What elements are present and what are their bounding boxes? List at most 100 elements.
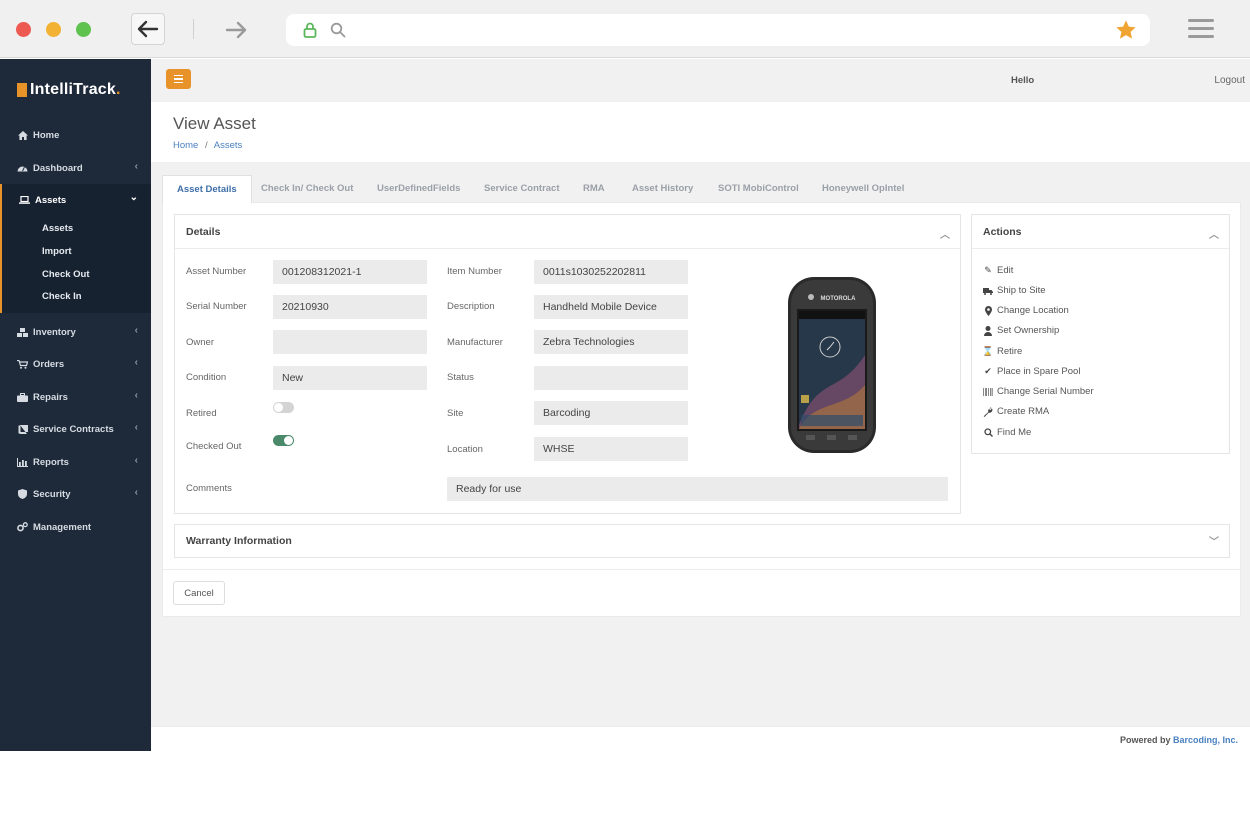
device-brand-text: MOTOROLA <box>821 296 857 302</box>
serial-number-field: 20210930 <box>273 295 427 319</box>
sidebar-subitem-check-out[interactable]: Check Out <box>42 269 90 280</box>
warranty-title: Warranty Information <box>186 535 292 547</box>
logout-link[interactable]: Logout <box>1214 75 1245 86</box>
breadcrumb-home-link[interactable]: Home <box>173 140 198 151</box>
powered-by-text: Powered by Barcoding, Inc. <box>1119 735 1238 745</box>
sidebar-subitem-import[interactable]: Import <box>42 246 72 257</box>
sidebar-item-reports[interactable]: Reports ‹ <box>0 450 151 474</box>
minimize-window-button[interactable] <box>46 22 61 37</box>
actions-card: Actions ︿ ✎ Edit Ship to Site Change Loca… <box>971 214 1230 454</box>
sidebar-item-inventory[interactable]: Inventory ‹ <box>0 320 151 344</box>
comments-field: Ready for use <box>447 477 948 501</box>
status-label: Status <box>447 372 474 383</box>
sidebar-item-repairs[interactable]: Repairs ‹ <box>0 385 151 409</box>
action-retire[interactable]: ⌛ Retire <box>982 346 1022 357</box>
app-window: IntelliTrack. Home Dashboard ‹ Assets ⌄ … <box>0 0 1250 814</box>
sidebar-subitem-check-in[interactable]: Check In <box>42 291 82 302</box>
pencil-icon: ✎ <box>984 265 992 275</box>
tab-asset-details[interactable]: Asset Details <box>162 175 252 203</box>
item-number-label: Item Number <box>447 266 502 277</box>
cart-icon <box>17 359 28 369</box>
action-change-serial-number[interactable]: Change Serial Number <box>982 386 1094 397</box>
asset-device-image: MOTOROLA <box>788 277 876 453</box>
maximize-window-button[interactable] <box>76 22 91 37</box>
sidebar-subitem-assets[interactable]: Assets <box>42 223 73 234</box>
company-link[interactable]: Barcoding, Inc. <box>1173 735 1238 745</box>
cancel-button[interactable]: Cancel <box>173 581 225 605</box>
cogs-icon <box>17 522 28 532</box>
breadcrumb: Home / Assets <box>173 140 243 151</box>
sidebar-item-orders[interactable]: Orders ‹ <box>0 352 151 376</box>
tab-check-in-check-out[interactable]: Check In/ Check Out <box>261 175 353 202</box>
nav-separator <box>193 19 194 39</box>
chevron-down-icon: ⌄ <box>129 192 138 203</box>
bookmark-star-icon[interactable] <box>1115 19 1137 41</box>
browser-chrome <box>0 0 1250 58</box>
asset-number-label: Asset Number <box>186 266 247 277</box>
condition-label: Condition <box>186 372 227 383</box>
toolbox-icon <box>17 392 28 402</box>
action-set-ownership[interactable]: Set Ownership <box>982 325 1059 336</box>
chevron-up-icon: ︿ <box>940 230 950 241</box>
asset-number-field: 001208312021-1 <box>273 260 427 284</box>
back-button[interactable] <box>131 13 165 45</box>
tab-soti-mobicontrol[interactable]: SOTI MobiControl <box>718 175 799 202</box>
sidebar-item-home[interactable]: Home <box>0 123 151 147</box>
action-edit[interactable]: ✎ Edit <box>982 265 1013 276</box>
action-ship-to-site[interactable]: Ship to Site <box>982 285 1046 296</box>
owner-label: Owner <box>186 337 214 348</box>
checked-out-toggle[interactable] <box>273 435 294 446</box>
close-window-button[interactable] <box>16 22 31 37</box>
check-icon: ✔ <box>984 366 992 376</box>
status-field <box>534 366 688 390</box>
chevron-up-icon: ︿ <box>1209 230 1219 241</box>
warranty-card-header[interactable]: Warranty Information ﹀ <box>175 525 1229 557</box>
tab-honeywell-opintel[interactable]: Honeywell OpIntel <box>822 175 904 202</box>
tab-rma[interactable]: RMA <box>583 175 605 202</box>
action-place-in-spare-pool[interactable]: ✔ Place in Spare Pool <box>982 366 1080 377</box>
arrow-right-icon <box>225 21 247 39</box>
search-icon <box>330 22 346 38</box>
dashboard-icon <box>17 164 28 172</box>
chevron-left-icon: ‹ <box>134 161 138 172</box>
breadcrumb-current[interactable]: Assets <box>214 140 243 151</box>
warranty-card[interactable]: Warranty Information ﹀ <box>174 524 1230 558</box>
brand-logo: IntelliTrack. <box>17 81 120 99</box>
wrench-icon <box>982 406 994 417</box>
actions-title: Actions <box>983 225 1022 238</box>
tab-asset-history[interactable]: Asset History <box>632 175 693 202</box>
sidebar-item-security[interactable]: Security ‹ <box>0 482 151 506</box>
browser-menu-icon[interactable] <box>1188 19 1214 41</box>
site-field: Barcoding <box>534 401 688 425</box>
chevron-left-icon: ‹ <box>134 455 138 466</box>
manufacturer-field: Zebra Technologies <box>534 330 688 354</box>
description-label: Description <box>447 301 495 312</box>
user-icon <box>982 325 994 336</box>
checked-out-label: Checked Out <box>186 441 242 452</box>
chevron-left-icon: ‹ <box>134 357 138 368</box>
sidebar: IntelliTrack. Home Dashboard ‹ Assets ⌄ … <box>0 59 151 751</box>
chevron-left-icon: ‹ <box>134 422 138 433</box>
page-header: View Asset Home / Assets <box>151 102 1250 162</box>
tab-service-contract[interactable]: Service Contract <box>484 175 560 202</box>
actions-card-header[interactable]: Actions ︿ <box>972 215 1229 249</box>
sidebar-item-dashboard[interactable]: Dashboard ‹ <box>0 156 151 180</box>
chevron-left-icon: ‹ <box>134 390 138 401</box>
home-icon <box>17 130 28 140</box>
details-card-header[interactable]: Details ︿ <box>175 215 960 249</box>
retired-toggle[interactable] <box>273 402 294 413</box>
tab-user-defined-fields[interactable]: UserDefinedFields <box>377 175 460 202</box>
action-change-location[interactable]: Change Location <box>982 305 1069 316</box>
action-find-me[interactable]: Find Me <box>982 427 1031 438</box>
sidebar-item-assets[interactable]: Assets ⌄ <box>0 188 151 212</box>
chevron-left-icon: ‹ <box>134 325 138 336</box>
condition-field: New <box>273 366 427 390</box>
forward-button[interactable] <box>222 16 250 44</box>
sidebar-toggle-button[interactable] <box>166 69 191 89</box>
action-create-rma[interactable]: Create RMA <box>982 406 1049 417</box>
address-bar[interactable] <box>286 14 1150 46</box>
sidebar-item-management[interactable]: Management <box>0 515 151 539</box>
lock-icon <box>303 22 317 38</box>
details-title: Details <box>186 225 221 238</box>
sidebar-item-service-contracts[interactable]: Service Contracts ‹ <box>0 417 151 441</box>
